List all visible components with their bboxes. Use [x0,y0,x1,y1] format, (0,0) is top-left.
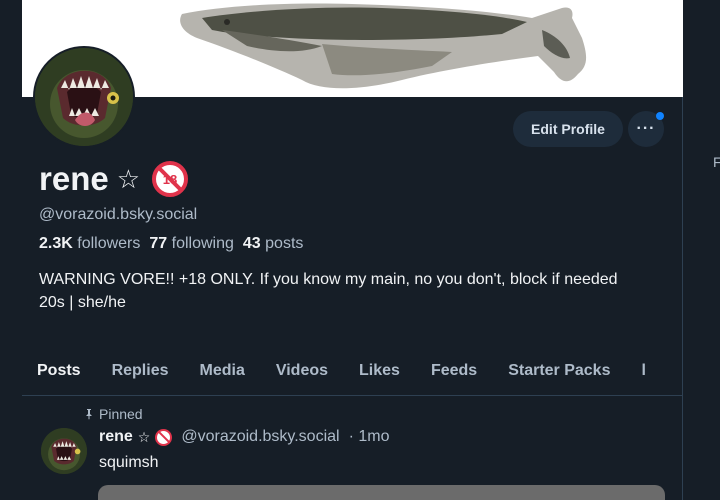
profile-column: Edit Profile ··· rene ☆ 18 @vorazoid.bsk… [22,0,683,500]
monster-avatar-image [35,48,133,146]
no-18-icon [155,428,173,446]
tab-replies[interactable]: Replies [112,356,169,395]
tab-starter-packs[interactable]: Starter Packs [508,356,610,395]
posts-count: 43 [242,235,261,252]
edit-profile-button[interactable]: Edit Profile [513,111,623,147]
post-time[interactable]: · 1mo [349,428,390,446]
posts-stat: 43 posts [243,235,304,253]
tab-videos[interactable]: Videos [276,356,328,395]
star-icon: ☆ [116,163,141,194]
post-text: squimsh [99,454,159,471]
right-sidebar: F [683,0,720,500]
bio-line-2: 20s | she/he [39,294,126,311]
posts-label: posts [265,235,304,252]
post-author-avatar[interactable] [41,428,87,474]
monster-avatar-image [41,428,87,474]
tab-overflow[interactable]: l [641,356,645,395]
right-sidebar-peek-text: F [713,154,720,170]
profile-page: Edit Profile ··· rene ☆ 18 @vorazoid.bsk… [0,0,720,500]
profile-stats: 2.3K followers 77 following 43 posts [39,235,303,253]
tab-media[interactable]: Media [200,356,245,395]
profile-handle: @vorazoid.bsky.social [39,206,198,223]
pin-icon [86,409,92,420]
profile-avatar[interactable] [33,46,135,148]
post-header: rene ☆ @vorazoid.bsky.social · 1mo [99,428,390,446]
star-icon: ☆ [137,428,151,445]
more-dots-icon: ··· [636,120,656,137]
tab-posts[interactable]: Posts [37,356,81,395]
followers-stat[interactable]: 2.3K followers [39,235,140,253]
post-media-embed[interactable] [98,485,665,500]
notification-dot-icon [656,112,664,120]
followers-label: followers [77,235,141,252]
profile-tabs: Posts Replies Media Videos Likes Feeds S… [22,356,683,396]
bio-line-1: WARNING VORE!! +18 ONLY. If you know my … [39,271,618,288]
following-count: 77 [149,235,168,252]
tab-likes[interactable]: Likes [359,356,400,395]
following-stat[interactable]: 77 following [149,235,234,253]
tab-feeds[interactable]: Feeds [431,356,477,395]
more-options-button[interactable]: ··· [628,111,664,147]
pinned-label: Pinned [99,406,143,422]
pinned-post[interactable]: Pinned rene ☆ @vorazoid.bsky.social · 1m… [22,397,683,500]
followers-count: 2.3K [39,235,73,252]
no-18-icon: 18 [152,161,189,197]
name-row: rene ☆ 18 [39,160,189,198]
age-badge-label: 18 [162,171,178,187]
display-name: rene [39,160,109,197]
profile-bio: WARNING VORE!! +18 ONLY. If you know my … [39,268,659,314]
left-gutter [0,0,22,500]
post-author-handle[interactable]: @vorazoid.bsky.social [181,428,339,446]
following-label: following [171,235,234,252]
pinned-indicator: Pinned [83,406,143,422]
post-author-name[interactable]: rene [99,428,133,446]
